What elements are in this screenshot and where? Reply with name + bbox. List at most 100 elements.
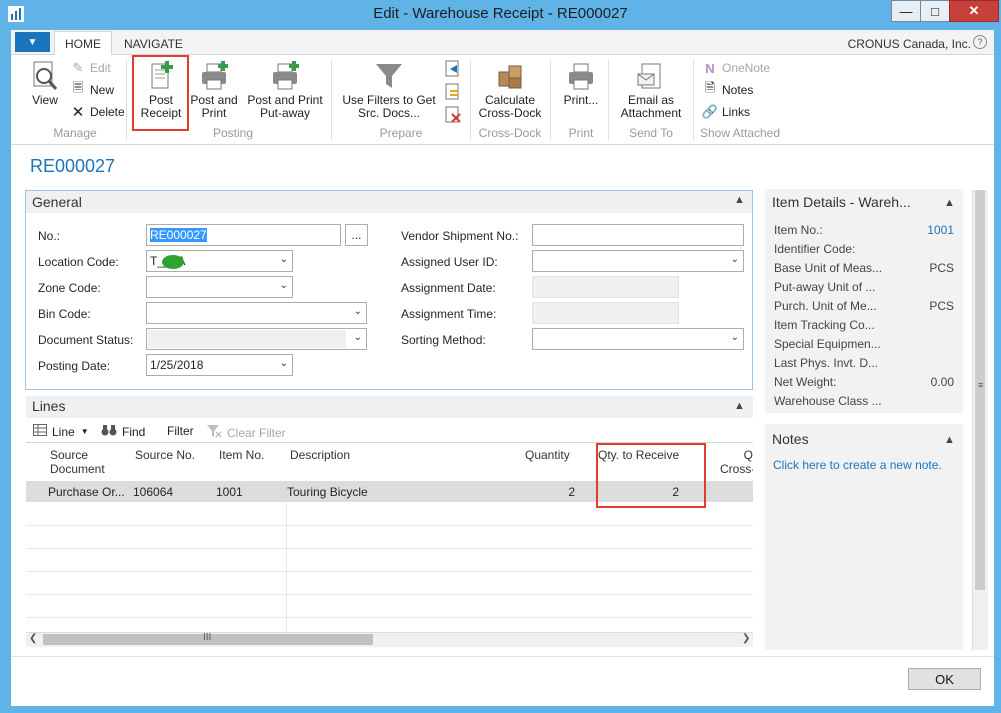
group-label-print: Print (568, 126, 594, 140)
printer-post-icon (269, 60, 301, 92)
boxes-icon (494, 60, 526, 92)
no-field[interactable]: RE000027 (146, 224, 341, 246)
document-status-label: Document Status: (38, 333, 134, 347)
clear-filter-button[interactable]: Clear Filter (206, 424, 286, 441)
item-detail-value[interactable]: 1001 (900, 223, 954, 237)
item-detail-label: Warehouse Class ... (774, 394, 882, 408)
item-detail-label: Identifier Code: (774, 242, 856, 256)
collapse-chevron-icon[interactable]: ▲ (944, 197, 955, 209)
group-label-send-to: Send To (629, 126, 673, 140)
posting-date-field[interactable]: 1/25/2018 ⌄ (146, 354, 293, 376)
col-description[interactable]: Description (290, 448, 350, 462)
location-code-label: Location Code: (38, 255, 119, 269)
assigned-user-field[interactable]: ⌄ (532, 250, 744, 272)
col-quantity[interactable]: Quantity (525, 448, 570, 462)
view-button[interactable]: View (28, 60, 62, 107)
document-status-field[interactable]: ⌄ (146, 328, 367, 350)
ribbon-separator (331, 60, 332, 140)
lines-title: Lines (32, 398, 66, 414)
col-cross-dock[interactable]: Q Cross- (720, 448, 753, 476)
notes-icon: 🗎 (704, 80, 716, 95)
item-detail-label: Put-away Unit of ... (774, 280, 876, 294)
create-note-link[interactable]: Click here to create a new note. (773, 458, 942, 472)
scroll-left-icon[interactable]: ❮ (29, 633, 37, 644)
general-header[interactable]: General (26, 191, 752, 213)
email-label-line2: Attachment (620, 106, 682, 120)
get-source-icon[interactable] (444, 60, 462, 78)
vendor-shipment-field[interactable] (532, 224, 744, 246)
new-button[interactable]: 🗏 New (70, 80, 114, 100)
cell-source-no: 106064 (133, 485, 174, 499)
grid-row-line (26, 571, 753, 572)
links-button[interactable]: 🔗 Links (702, 102, 750, 122)
post-and-print-label-line2: Print (201, 106, 227, 120)
lookup-button[interactable]: ... (345, 224, 368, 246)
delete-lines-icon[interactable] (444, 106, 462, 124)
filter-button[interactable]: Filter (167, 424, 194, 438)
cell-source-document: Purchase Or... (48, 485, 125, 499)
ok-button[interactable]: OK (908, 668, 981, 690)
binoculars-icon (101, 424, 117, 439)
find-button[interactable]: Find (101, 424, 145, 439)
footer-divider (11, 656, 994, 657)
pencil-icon: ✎ (72, 60, 84, 75)
notes-button[interactable]: 🗎 Notes (702, 80, 754, 100)
posting-date-value: 1/25/2018 (150, 358, 204, 372)
notes-label: Notes (722, 83, 754, 97)
col-source-no[interactable]: Source No. (135, 448, 195, 462)
view-label: View (32, 93, 58, 107)
collapse-chevron-icon[interactable]: ▲ (734, 400, 745, 412)
col-source-document[interactable]: Source Document (50, 448, 105, 476)
filter-label: Filter (167, 424, 194, 438)
bin-code-label: Bin Code: (38, 307, 91, 321)
edit-button[interactable]: ✎ Edit (70, 58, 111, 78)
tab-navigate[interactable]: NAVIGATE (114, 31, 193, 56)
tab-home[interactable]: HOME (54, 31, 112, 56)
calculate-cross-dock-button[interactable]: Calculate Cross-Dock (476, 60, 544, 120)
item-detail-label: Net Weight: (774, 375, 837, 389)
group-label-prepare: Prepare (379, 126, 423, 140)
line-label: Line (52, 424, 75, 439)
sorting-method-field[interactable]: ⌄ (532, 328, 744, 350)
line-menu-button[interactable]: Line ▼ (33, 424, 89, 439)
lines-header[interactable] (26, 396, 753, 418)
post-receipt-label-line2: Receipt (140, 106, 182, 120)
company-name: CRONUS Canada, Inc. (847, 37, 971, 51)
group-label-show-attached: Show Attached (699, 126, 781, 140)
post-and-print-button[interactable]: Post and Print (189, 60, 239, 120)
links-icon: 🔗 (701, 104, 719, 119)
collapse-chevron-icon[interactable]: ▲ (944, 434, 955, 446)
email-as-attachment-button[interactable]: Email as Attachment (614, 60, 688, 120)
scroll-right-icon[interactable]: ❯ (742, 633, 750, 644)
no-label: No.: (38, 229, 61, 243)
col-item-no[interactable]: Item No. (219, 448, 264, 462)
posting-date-label: Posting Date: (38, 359, 111, 373)
bin-code-field[interactable]: ⌄ (146, 302, 367, 324)
group-label-cross-dock: Cross-Dock (478, 126, 542, 140)
clear-filter-label: Clear Filter (227, 425, 286, 440)
post-and-print-putaway-label-line2: Put-away (259, 106, 311, 120)
post-and-print-putaway-button[interactable]: Post and Print Put-away (244, 60, 326, 120)
close-button[interactable]: ✕ (949, 0, 999, 22)
find-label: Find (122, 424, 146, 439)
print-label: Print... (563, 93, 599, 107)
minimize-button[interactable]: — (891, 0, 921, 22)
zone-code-field[interactable]: ⌄ (146, 276, 293, 298)
use-filters-button[interactable]: Use Filters to Get Src. Docs... (340, 60, 438, 120)
redaction-blob (162, 255, 184, 269)
post-receipt-button[interactable]: Post Receipt (136, 60, 186, 120)
maximize-button[interactable]: □ (920, 0, 950, 22)
vertical-scroll-thumb[interactable] (975, 190, 985, 590)
collapse-chevron-icon[interactable]: ▲ (734, 194, 745, 206)
title-bar[interactable]: Edit - Warehouse Receipt - RE000027 (0, 0, 1001, 30)
printer-icon (565, 60, 597, 92)
app-menu-button[interactable]: ▼ (15, 32, 50, 52)
help-icon[interactable]: ? (973, 35, 987, 49)
ribbon-separator (470, 60, 471, 140)
ribbon-separator (608, 60, 609, 140)
print-button[interactable]: Print... (560, 60, 602, 107)
delete-button[interactable]: ✕ Delete (70, 102, 125, 122)
onenote-button[interactable]: N OneNote (702, 58, 770, 78)
autofill-icon[interactable] (444, 83, 462, 101)
location-code-field[interactable]: T___A ⌄ (146, 250, 293, 272)
